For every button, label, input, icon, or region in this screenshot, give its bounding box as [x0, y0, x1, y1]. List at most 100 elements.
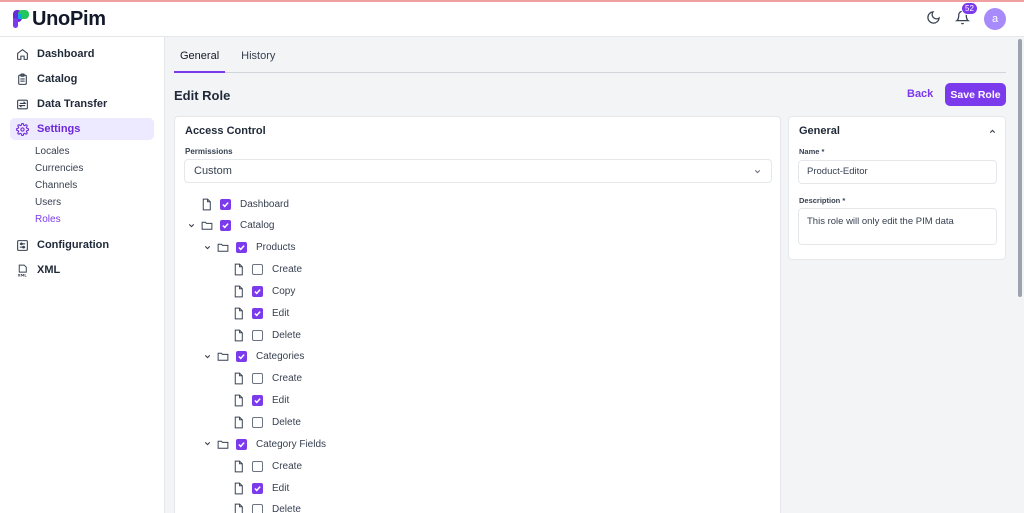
- permission-row: Category Fields: [203, 435, 326, 453]
- permission-label[interactable]: Dashboard: [240, 199, 289, 210]
- permission-label[interactable]: Delete: [272, 330, 301, 341]
- permission-label[interactable]: Create: [272, 461, 302, 472]
- permission-label[interactable]: Copy: [272, 286, 295, 297]
- permission-row: Edit: [219, 479, 289, 497]
- permission-checkbox[interactable]: [252, 395, 263, 407]
- file-icon: [232, 263, 246, 276]
- page-scrollbar[interactable]: [1016, 37, 1024, 513]
- logo-icon: [12, 9, 30, 29]
- permission-row: Create: [219, 457, 302, 475]
- svg-text:XML: XML: [18, 272, 28, 277]
- chevron-down-icon[interactable]: [203, 352, 213, 362]
- permissions-value: Custom: [194, 165, 232, 177]
- general-panel: General Name * Product-Editor Descriptio…: [788, 116, 1006, 260]
- tab-history[interactable]: History: [235, 37, 281, 73]
- permission-label[interactable]: Edit: [272, 308, 289, 319]
- sidebar-item-label: Settings: [37, 123, 81, 135]
- permission-label[interactable]: Catalog: [240, 220, 274, 231]
- back-button[interactable]: Back: [907, 88, 933, 100]
- permission-checkbox[interactable]: [252, 373, 263, 385]
- sliders-icon: [17, 239, 28, 251]
- permission-label[interactable]: Edit: [272, 395, 289, 406]
- permission-label[interactable]: Create: [272, 264, 302, 275]
- chevron-down-icon[interactable]: [203, 439, 213, 449]
- sidebar-subitem-roles[interactable]: Roles: [35, 211, 164, 228]
- permission-checkbox[interactable]: [220, 198, 231, 210]
- chevron-down-icon[interactable]: [187, 221, 197, 231]
- permission-row: Delete: [219, 326, 301, 344]
- file-icon: [232, 285, 246, 298]
- sidebar-subitem-locales[interactable]: Locales: [35, 143, 164, 160]
- dark-mode-toggle-icon[interactable]: [926, 10, 941, 28]
- permission-checkbox[interactable]: [252, 482, 263, 494]
- sidebar-item-configuration[interactable]: Configuration: [10, 234, 154, 256]
- user-avatar[interactable]: a: [984, 8, 1006, 30]
- sidebar-subitem-channels[interactable]: Channels: [35, 177, 164, 194]
- permission-row: Categories: [203, 348, 304, 366]
- name-label: Name *: [799, 147, 825, 156]
- permission-row: Edit: [219, 304, 289, 322]
- permission-checkbox[interactable]: [252, 307, 263, 319]
- permission-label[interactable]: Products: [256, 242, 295, 253]
- notifications-button[interactable]: 52: [954, 2, 978, 28]
- sidebar-item-data-transfer[interactable]: Data Transfer: [10, 93, 154, 115]
- permission-row: Delete: [219, 501, 301, 513]
- tab-general[interactable]: General: [174, 37, 226, 73]
- permission-row: Products: [203, 239, 295, 257]
- sidebar-item-label: Catalog: [37, 73, 78, 85]
- permission-checkbox[interactable]: [252, 460, 263, 472]
- permission-checkbox[interactable]: [252, 504, 263, 513]
- folder-icon: [216, 350, 230, 363]
- permission-label[interactable]: Categories: [256, 351, 304, 362]
- folder-icon: [200, 219, 214, 232]
- permission-checkbox[interactable]: [220, 220, 231, 232]
- permission-checkbox[interactable]: [252, 417, 263, 428]
- description-textarea[interactable]: This role will only edit the PIM data: [798, 208, 997, 245]
- sidebar-item-label: Data Transfer: [37, 98, 108, 110]
- permission-label[interactable]: Category Fields: [256, 439, 326, 450]
- top-header: UnoPim 52 a: [0, 2, 1024, 37]
- chevron-down-icon[interactable]: [203, 243, 213, 253]
- scrollbar-thumb[interactable]: [1018, 39, 1022, 297]
- sidebar-item-dashboard[interactable]: Dashboard: [10, 43, 154, 65]
- permission-label[interactable]: Create: [272, 373, 302, 384]
- permission-label[interactable]: Delete: [272, 417, 301, 428]
- description-label: Description *: [799, 196, 846, 205]
- permission-checkbox[interactable]: [236, 438, 247, 450]
- permission-row: Edit: [219, 392, 289, 410]
- file-icon: [232, 329, 246, 342]
- permission-checkbox[interactable]: [252, 264, 263, 276]
- file-icon: [232, 460, 246, 473]
- permission-checkbox[interactable]: [236, 351, 247, 363]
- permission-checkbox[interactable]: [252, 329, 263, 341]
- permission-checkbox[interactable]: [252, 285, 263, 297]
- chevron-down-icon: [754, 169, 761, 173]
- access-control-panel: Access Control Permissions Custom Dashbo…: [174, 116, 781, 513]
- permission-row: Create: [219, 261, 302, 279]
- sidebar-subitem-currencies[interactable]: Currencies: [35, 160, 164, 177]
- name-input[interactable]: Product-Editor: [798, 160, 997, 184]
- file-icon: [232, 394, 246, 407]
- sidebar-item-settings[interactable]: Settings: [10, 118, 154, 140]
- sidebar-item-label: Dashboard: [37, 48, 95, 60]
- file-icon: [200, 198, 214, 211]
- sidebar-item-catalog[interactable]: Catalog: [10, 68, 154, 90]
- app-logo[interactable]: UnoPim: [12, 8, 106, 31]
- chevron-up-icon[interactable]: [988, 127, 997, 136]
- permission-label[interactable]: Edit: [272, 483, 289, 494]
- general-panel-title: General: [799, 125, 840, 137]
- gear-icon: [16, 122, 29, 136]
- save-role-button[interactable]: Save Role: [945, 83, 1006, 106]
- permission-label[interactable]: Delete: [272, 504, 301, 513]
- file-icon: [232, 416, 246, 429]
- sidebar-item-xml[interactable]: XML XML: [10, 259, 154, 281]
- permission-checkbox[interactable]: [236, 242, 247, 254]
- permissions-select[interactable]: Custom: [184, 159, 772, 183]
- permission-row: Copy: [219, 282, 295, 300]
- sidebar-subitem-users[interactable]: Users: [35, 194, 164, 211]
- file-icon: [232, 307, 246, 320]
